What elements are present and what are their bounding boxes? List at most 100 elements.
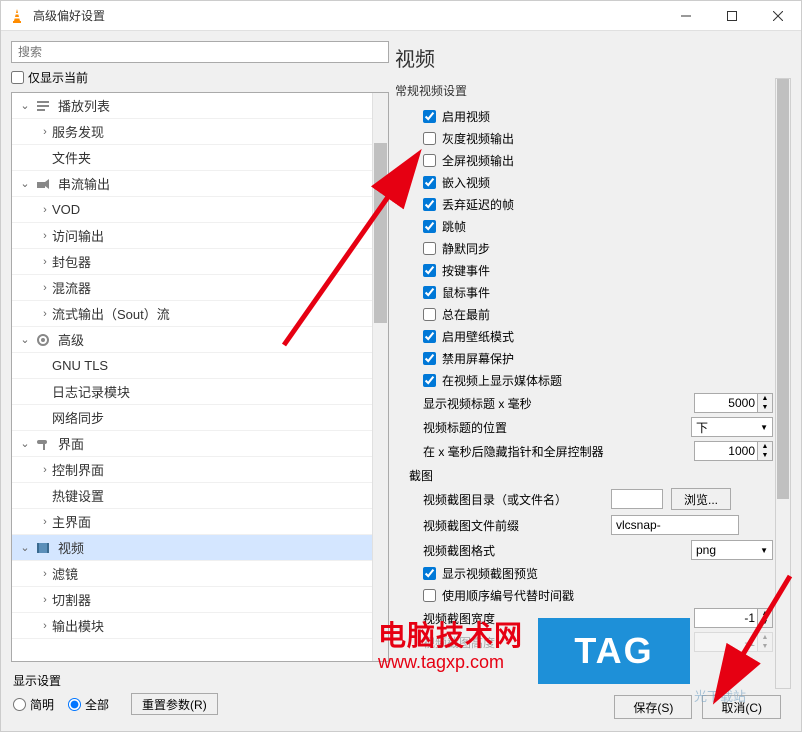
tree-main-interface[interactable]: ›主界面 — [12, 509, 388, 535]
field-snap-width: 视频截图宽度 ▲▼ — [395, 606, 773, 630]
field-title-pos: 视频标题的位置 下▼ — [395, 415, 773, 439]
cb-embed[interactable]: 嵌入视频 — [395, 171, 773, 193]
tree-gnutls[interactable]: GNU TLS — [12, 353, 388, 379]
snap-fmt-combo[interactable]: png▼ — [691, 540, 773, 560]
chevron-right-icon: › — [38, 464, 52, 476]
only-show-current-checkbox[interactable]: 仅显示当前 — [11, 67, 389, 88]
chevron-right-icon: › — [38, 204, 52, 216]
cb-wallpaper[interactable]: 启用壁纸模式 — [395, 325, 773, 347]
chevron-down-icon: ⌄ — [18, 99, 32, 112]
chevron-right-icon: › — [38, 282, 52, 294]
snap-dir-input[interactable] — [611, 489, 663, 509]
tree-interface[interactable]: ⌄界面 — [12, 431, 388, 457]
snap-prefix-input[interactable] — [611, 515, 739, 535]
spinner-down[interactable]: ▼ — [758, 451, 772, 460]
chevron-down-icon: ⌄ — [18, 333, 32, 346]
gear-icon — [34, 331, 52, 349]
cb-show-title[interactable]: 在视频上显示媒体标题 — [395, 369, 773, 391]
tree-mixer[interactable]: ›混流器 — [12, 275, 388, 301]
tree-playlist[interactable]: ⌄播放列表 — [12, 93, 388, 119]
browse-button[interactable]: 浏览... — [671, 488, 731, 510]
chevron-down-icon: ⌄ — [18, 177, 32, 190]
save-button[interactable]: 保存(S) — [614, 695, 692, 719]
spinner[interactable]: ▲▼ — [758, 441, 773, 461]
settings-tree[interactable]: ⌄播放列表 ›服务发现 文件夹 ⌄串流输出 ›VOD ›访问输出 ›封包器 ›混… — [11, 92, 389, 662]
chevron-right-icon: › — [38, 594, 52, 606]
spinner-down[interactable]: ▼ — [758, 618, 772, 627]
only-show-current-label: 仅显示当前 — [28, 69, 88, 86]
radio-all[interactable]: 全部 — [68, 696, 109, 713]
chevron-down-icon: ⌄ — [18, 437, 32, 450]
display-settings-title: 显示设置 — [13, 672, 387, 689]
cancel-button[interactable]: 取消(C) — [702, 695, 781, 719]
cb-quiet-sync[interactable]: 静默同步 — [395, 237, 773, 259]
title-ms-input[interactable] — [694, 393, 758, 413]
cb-gray-output[interactable]: 灰度视频输出 — [395, 127, 773, 149]
tree-service-discovery[interactable]: ›服务发现 — [12, 119, 388, 145]
tree-sout[interactable]: ›流式输出（Sout）流 — [12, 301, 388, 327]
radio-simple[interactable]: 简明 — [13, 696, 54, 713]
spinner[interactable]: ▲▼ — [758, 393, 773, 413]
chevron-right-icon: › — [38, 308, 52, 320]
right-scrollbar-thumb[interactable] — [777, 79, 789, 499]
spinner-up[interactable]: ▲ — [758, 394, 772, 403]
field-snap-fmt: 视频截图格式 png▼ — [395, 538, 773, 562]
minimize-button[interactable] — [663, 1, 709, 31]
close-button[interactable] — [755, 1, 801, 31]
chevron-right-icon: › — [38, 620, 52, 632]
brush-icon — [34, 435, 52, 453]
cb-key-event[interactable]: 按键事件 — [395, 259, 773, 281]
reset-button[interactable]: 重置参数(R) — [131, 693, 218, 715]
video-icon — [34, 539, 52, 557]
spinner-up[interactable]: ▲ — [758, 442, 772, 451]
cb-use-seq[interactable]: 使用顺序编号代替时间戳 — [395, 584, 773, 606]
chevron-down-icon: ▼ — [760, 546, 768, 555]
chevron-right-icon: › — [38, 568, 52, 580]
tree-output-module[interactable]: ›输出模块 — [12, 613, 388, 639]
cb-disable-ss[interactable]: 禁用屏幕保护 — [395, 347, 773, 369]
snap-height-input[interactable] — [694, 632, 758, 652]
maximize-button[interactable] — [709, 1, 755, 31]
spinner-up[interactable]: ▲ — [758, 609, 772, 618]
vlc-icon — [9, 8, 25, 24]
right-scrollbar[interactable] — [775, 78, 791, 689]
settings-page-title: 视频 — [395, 41, 791, 78]
cb-enable-video[interactable]: 启用视频 — [395, 105, 773, 127]
cb-always-top[interactable]: 总在最前 — [395, 303, 773, 325]
chevron-down-icon: ▼ — [760, 423, 768, 432]
tree-log[interactable]: 日志记录模块 — [12, 379, 388, 405]
tree-access-output[interactable]: ›访问输出 — [12, 223, 388, 249]
search-input[interactable] — [11, 41, 389, 63]
tree-mux[interactable]: ›封包器 — [12, 249, 388, 275]
tree-scrollbar[interactable] — [372, 93, 388, 661]
tree-hotkey[interactable]: 热键设置 — [12, 483, 388, 509]
snap-width-input[interactable] — [694, 608, 758, 628]
cb-mouse-event[interactable]: 鼠标事件 — [395, 281, 773, 303]
hide-ms-input[interactable] — [694, 441, 758, 461]
tree-netsync[interactable]: 网络同步 — [12, 405, 388, 431]
tree-filter[interactable]: ›滤镜 — [12, 561, 388, 587]
spinner-down[interactable]: ▼ — [758, 642, 772, 651]
tree-folder[interactable]: 文件夹 — [12, 145, 388, 171]
tree-video[interactable]: ⌄视频 — [12, 535, 388, 561]
field-snap-prefix: 视频截图文件前缀 — [395, 512, 773, 538]
tree-advanced[interactable]: ⌄高级 — [12, 327, 388, 353]
tree-stream-output[interactable]: ⌄串流输出 — [12, 171, 388, 197]
cb-fullscreen[interactable]: 全屏视频输出 — [395, 149, 773, 171]
only-show-current-input[interactable] — [11, 71, 24, 84]
spinner[interactable]: ▲▼ — [758, 608, 773, 628]
stream-icon — [34, 175, 52, 193]
cb-skip-frame[interactable]: 跳帧 — [395, 215, 773, 237]
spinner-up[interactable]: ▲ — [758, 633, 772, 642]
cb-show-preview[interactable]: 显示视频截图预览 — [395, 562, 773, 584]
cb-drop-late[interactable]: 丢弃延迟的帧 — [395, 193, 773, 215]
spinner-down[interactable]: ▼ — [758, 403, 772, 412]
tree-scrollbar-thumb[interactable] — [374, 143, 387, 323]
window-title: 高级偏好设置 — [33, 7, 663, 24]
chevron-down-icon: ⌄ — [18, 541, 32, 554]
tree-splitter[interactable]: ›切割器 — [12, 587, 388, 613]
tree-ctrl-interface[interactable]: ›控制界面 — [12, 457, 388, 483]
tree-vod[interactable]: ›VOD — [12, 197, 388, 223]
title-pos-combo[interactable]: 下▼ — [691, 417, 773, 437]
spinner[interactable]: ▲▼ — [758, 632, 773, 652]
